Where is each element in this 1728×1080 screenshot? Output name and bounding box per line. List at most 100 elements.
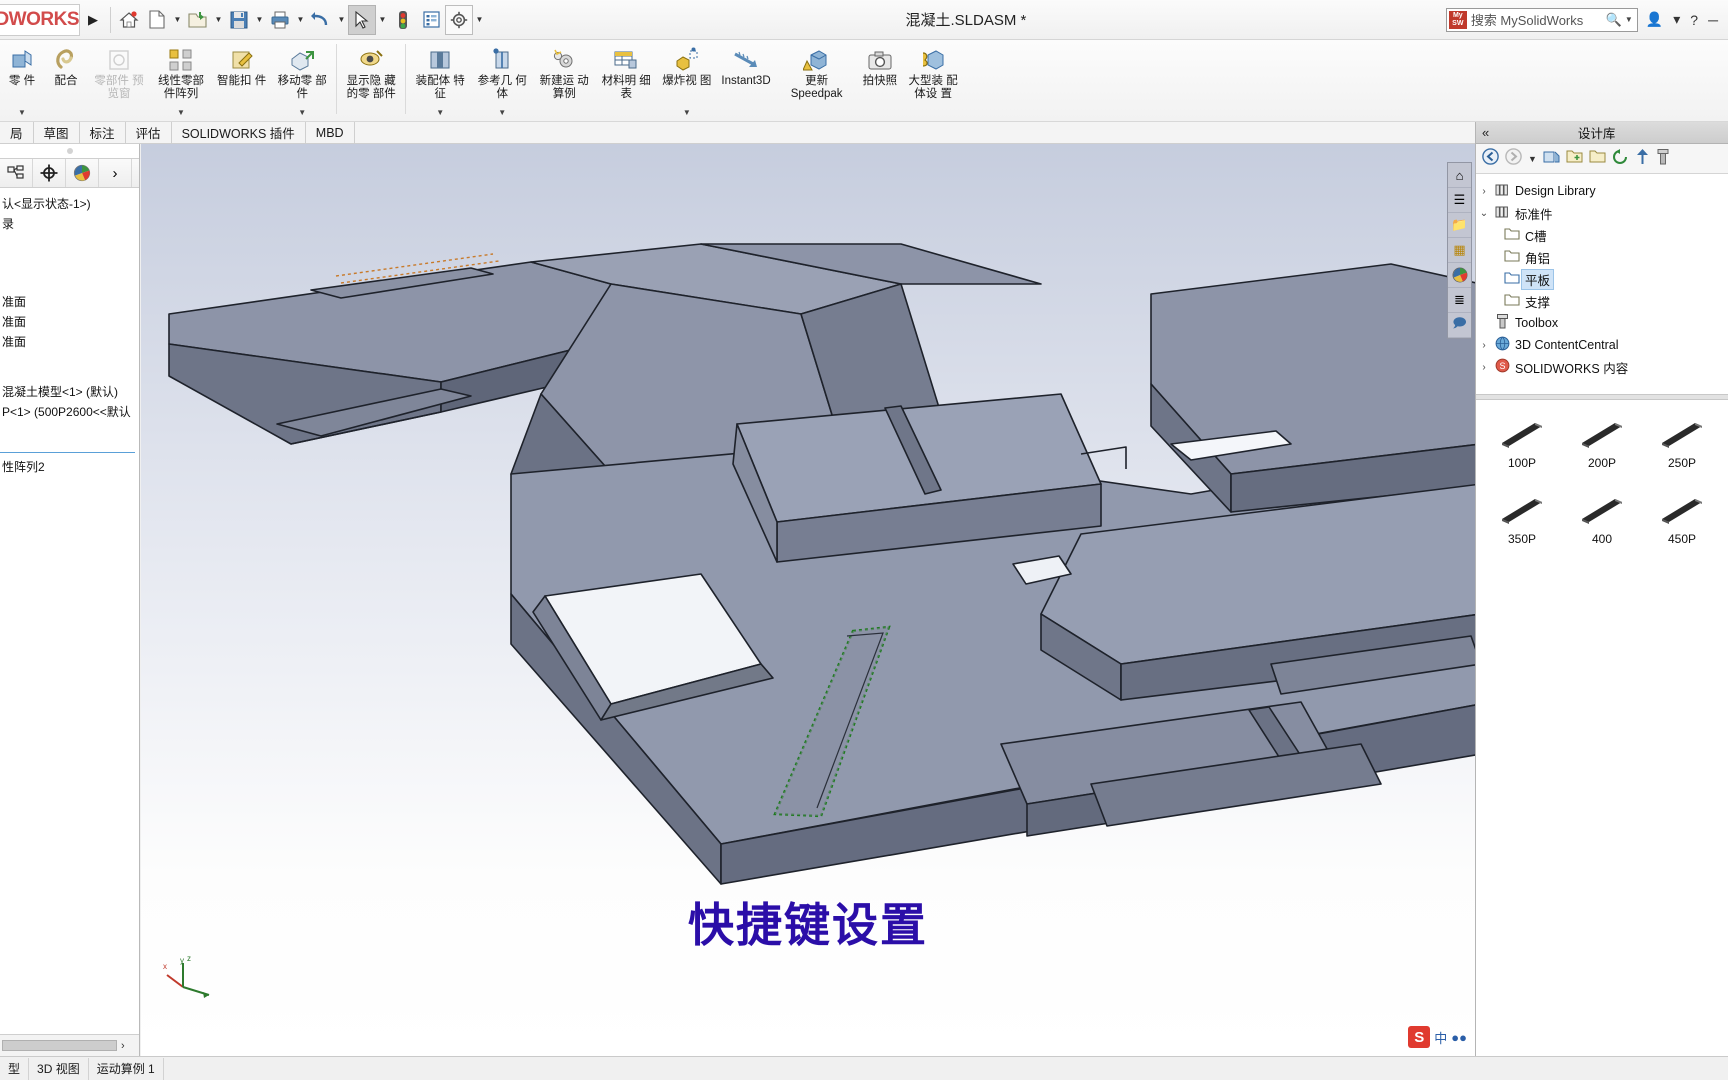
ribbon-show-hidden-components[interactable]: 显示隐 藏的零 部件 (340, 40, 402, 118)
chevron-down-icon[interactable]: ⌄ (1476, 208, 1492, 219)
library-part-item[interactable]: 450P (1658, 490, 1706, 566)
library-part-item[interactable]: 100P (1498, 414, 1546, 490)
library-part-item[interactable]: 250P (1658, 414, 1706, 490)
save-dropdown[interactable]: ▼ (253, 5, 266, 35)
design-library-tree[interactable]: › Design Library ⌄ 标准件 C槽 角铝 平板 支撑 Toolb… (1476, 174, 1728, 394)
settings-dropdown[interactable]: ▼ (473, 5, 486, 35)
search-dropdown-icon[interactable]: ▼ (1625, 15, 1633, 24)
ribbon-instant3d[interactable]: Instant3D (716, 40, 775, 118)
ribbon-assembly-features[interactable]: 装配体 特征 ▼ (409, 40, 471, 118)
tree-item[interactable]: 混凝土模型<1> (默认) (0, 382, 139, 402)
help-dropdown-icon[interactable]: ▾ (1673, 11, 1680, 28)
appearance-stack-icon[interactable]: ☰ (1448, 188, 1471, 213)
open-dropdown[interactable]: ▼ (212, 5, 225, 35)
ribbon-bill-of-materials[interactable]: 材料明 细表 (595, 40, 657, 118)
library-node-solidworks-content[interactable]: › S SOLIDWORKS 内容 (1476, 356, 1728, 378)
refresh-icon[interactable] (1612, 148, 1629, 169)
add-to-library-icon[interactable] (1543, 149, 1560, 169)
open-button[interactable] (184, 5, 212, 35)
chevron-down-icon[interactable]: ▼ (18, 108, 26, 117)
print-button[interactable] (266, 5, 294, 35)
history-dropdown-icon[interactable]: ▼ (1528, 154, 1537, 164)
chevron-right-icon[interactable]: › (1476, 362, 1492, 373)
ribbon-update-speedpak[interactable]: 更新 Speedpak (776, 40, 858, 118)
view-home-icon[interactable]: ⌂ (1448, 163, 1471, 188)
property-manager-tab[interactable] (33, 159, 66, 187)
chevron-down-icon[interactable]: ▼ (683, 108, 691, 117)
status-3dview-tab[interactable]: 3D 视图 (29, 1057, 89, 1080)
ribbon-new-motion-study[interactable]: 新建运 动算例 (533, 40, 595, 118)
ribbon-large-assembly-settings[interactable]: 大型装 配体设 置 (902, 40, 964, 118)
ribbon-reference-geometry[interactable]: 参考几 何体 ▼ (471, 40, 533, 118)
library-node-toolbox[interactable]: Toolbox (1476, 312, 1728, 334)
up-level-icon[interactable] (1635, 148, 1650, 169)
options-list-button[interactable] (417, 5, 445, 35)
ribbon-smart-fasteners[interactable]: 智能扣 件 (212, 40, 271, 118)
status-model-tab[interactable]: 型 (0, 1057, 30, 1080)
decal-icon[interactable]: ▦ (1448, 238, 1471, 263)
tree-item[interactable]: 性阵列2 (0, 457, 139, 477)
tree-item[interactable]: 准面 (0, 292, 139, 312)
forward-icon[interactable] (1505, 148, 1522, 169)
display-manager-tab[interactable] (66, 159, 99, 187)
ribbon-take-snapshot[interactable]: 拍快照 (858, 40, 903, 118)
chevron-down-icon[interactable]: ▼ (436, 108, 444, 117)
ribbon-linear-component-pattern[interactable]: 线性零部 件阵列 ▼ (150, 40, 212, 118)
ime-options-icon[interactable]: ●● (1451, 1030, 1467, 1045)
help-icon[interactable]: ? (1690, 12, 1698, 28)
rebuild-status-button[interactable] (389, 5, 417, 35)
settings-button[interactable] (445, 4, 473, 35)
tree-item[interactable]: 准面 (0, 312, 139, 332)
open-folder-icon[interactable] (1589, 149, 1606, 168)
ribbon-insert-component[interactable]: 零 件 ▼ (0, 40, 44, 118)
feature-tree-scrollbar[interactable]: › (0, 1034, 139, 1056)
tab-mbd[interactable]: MBD (305, 122, 355, 143)
back-icon[interactable] (1482, 148, 1499, 169)
library-node-support[interactable]: 支撑 (1476, 290, 1728, 312)
chevron-right-icon[interactable]: › (1476, 340, 1492, 351)
select-tool-dropdown[interactable]: ▼ (376, 5, 389, 35)
feature-tree[interactable]: 认<显示状态-1>) 录 准面 准面 准面 混凝土模型<1> (默认) P<1>… (0, 188, 139, 1034)
ribbon-component-preview[interactable]: 零部件 预览窗 (88, 40, 150, 118)
menu-expand-arrow[interactable]: ▶ (80, 2, 106, 38)
tab-solidworks-addins[interactable]: SOLIDWORKS 插件 (171, 122, 306, 143)
library-node-standard-parts[interactable]: ⌄ 标准件 (1476, 202, 1728, 224)
library-node-c-channel[interactable]: C槽 (1476, 224, 1728, 246)
panel-resize-handle[interactable] (0, 144, 139, 158)
tree-item[interactable]: 认<显示状态-1>) (0, 194, 139, 214)
chevron-right-icon[interactable]: › (1476, 186, 1492, 197)
search-input[interactable]: 搜索 MySolidWorks (1471, 10, 1606, 29)
display-list-icon[interactable]: ≣ (1448, 288, 1471, 313)
new-document-button[interactable] (143, 5, 171, 35)
account-icon[interactable]: 👤 (1646, 11, 1663, 28)
tab-annotation[interactable]: 标注 (79, 122, 126, 143)
graphics-viewport[interactable]: ⚲ ⌕ ↶ ◧ ❑ ◓ ◈ ▣ ● ⚙ ▭ ◀ ▶ ─ ❐ ✕ (141, 144, 1475, 1056)
undo-dropdown[interactable]: ▼ (335, 5, 348, 35)
tree-item[interactable]: 准面 (0, 332, 139, 352)
chevron-down-icon[interactable]: ▼ (498, 108, 506, 117)
print-dropdown[interactable]: ▼ (294, 5, 307, 35)
save-button[interactable] (225, 5, 253, 35)
ribbon-move-component[interactable]: 移动零 部件 ▼ (271, 40, 333, 118)
create-folder-icon[interactable] (1566, 149, 1583, 168)
minimize-icon[interactable]: ─ (1708, 12, 1718, 28)
ime-indicator[interactable]: S 中 ●● (1408, 1026, 1467, 1048)
toolbox-settings-icon[interactable] (1656, 148, 1670, 169)
tab-sketch[interactable]: 草图 (33, 122, 80, 143)
library-parts-grid[interactable]: 100P 200P 250P 350P 400 450P (1476, 400, 1728, 1056)
ribbon-mate[interactable]: 配合 (44, 40, 88, 118)
chevron-down-icon[interactable]: ▼ (177, 108, 185, 117)
search-icon[interactable]: 🔍 (1606, 12, 1622, 28)
library-node-design-library[interactable]: › Design Library (1476, 180, 1728, 202)
tree-item[interactable]: 录 (0, 214, 139, 234)
scroll-right-arrow[interactable]: › (121, 1040, 125, 1052)
feature-manager-tab[interactable] (0, 159, 33, 187)
new-document-dropdown[interactable]: ▼ (171, 5, 184, 35)
comments-icon[interactable]: 🗩 (1448, 313, 1471, 338)
collapse-panel-icon[interactable]: « (1482, 125, 1489, 140)
library-node-flat-plate[interactable]: 平板 (1476, 268, 1728, 290)
tab-layout[interactable]: 局 (0, 122, 34, 143)
mysolidworks-search[interactable]: My SW 搜索 MySolidWorks 🔍 ▼ (1445, 7, 1638, 32)
library-node-angle-aluminum[interactable]: 角铝 (1476, 246, 1728, 268)
library-part-item[interactable]: 400 (1578, 490, 1626, 566)
